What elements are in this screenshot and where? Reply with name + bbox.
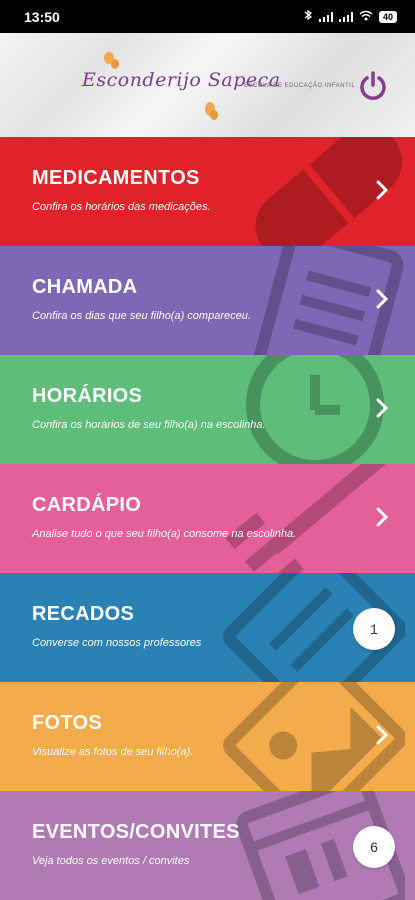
notification-badge: 6 [353, 826, 395, 868]
menu-item-chamada[interactable]: CHAMADA Confira os dias que seu filho(a)… [0, 246, 415, 355]
menu-title: CARDÁPIO [32, 494, 142, 516]
signal-icon [318, 11, 333, 22]
menu-item-medicamentos[interactable]: MEDICAMENTOS Confira os horários das med… [0, 137, 415, 246]
menu-title: MEDICAMENTOS [32, 167, 200, 189]
menu-description: Visualize as fotos de seu filho(a). [32, 746, 194, 758]
menu-item-recados[interactable]: RECADOS Converse com nossos professores … [0, 573, 415, 682]
app-header: Esconderijo Sapeca ESCOLA DE EDUCAÇÃO IN… [0, 33, 415, 137]
menu-item-eventos[interactable]: EVENTOS/CONVITES Veja todos os eventos /… [0, 791, 415, 900]
bluetooth-icon [304, 9, 313, 24]
menu-title: RECADOS [32, 603, 135, 625]
chevron-right-icon [376, 180, 389, 200]
chevron-right-icon [376, 289, 389, 309]
main-menu: MEDICAMENTOS Confira os horários das med… [0, 137, 415, 900]
chevron-right-icon [376, 507, 389, 527]
menu-title: HORÁRIOS [32, 385, 143, 407]
menu-description: Confira os horários de seu filho(a) na e… [32, 419, 266, 431]
menu-title: CHAMADA [32, 276, 138, 298]
menu-description: Veja todos os eventos / convites [32, 855, 190, 867]
butterfly-icon-2 [205, 102, 218, 120]
menu-title: FOTOS [32, 712, 103, 734]
notification-badge: 1 [353, 608, 395, 650]
menu-description: Converse com nossos professores [32, 637, 202, 649]
menu-item-cardapio[interactable]: CARDÁPIO Analise tudo o que seu filho(a)… [0, 464, 415, 573]
menu-item-horarios[interactable]: HORÁRIOS Confira os horários de seu filh… [0, 355, 415, 464]
menu-description: Confira os dias que seu filho(a) compare… [32, 310, 251, 322]
butterfly-icon [104, 52, 119, 69]
chevron-right-icon [376, 725, 389, 745]
signal-icon-2 [338, 11, 353, 22]
logout-button[interactable] [356, 69, 390, 103]
logo: Esconderijo Sapeca [82, 51, 280, 121]
menu-description: Confira os horários das medicações. [32, 201, 211, 213]
status-icons: 40 [304, 9, 397, 24]
battery-icon: 40 [378, 10, 397, 23]
school-subtitle: ESCOLA DE EDUCAÇÃO INFANTIL [244, 83, 356, 89]
wifi-icon [359, 10, 373, 24]
status-time: 13:50 [24, 8, 60, 25]
chevron-right-icon [376, 398, 389, 418]
menu-description: Analise tudo o que seu filho(a) consome … [32, 528, 297, 540]
power-icon [360, 71, 386, 100]
menu-item-fotos[interactable]: FOTOS Visualize as fotos de seu filho(a)… [0, 682, 415, 791]
status-bar: 13:50 40 [0, 0, 415, 33]
menu-title: EVENTOS/CONVITES [32, 821, 240, 843]
